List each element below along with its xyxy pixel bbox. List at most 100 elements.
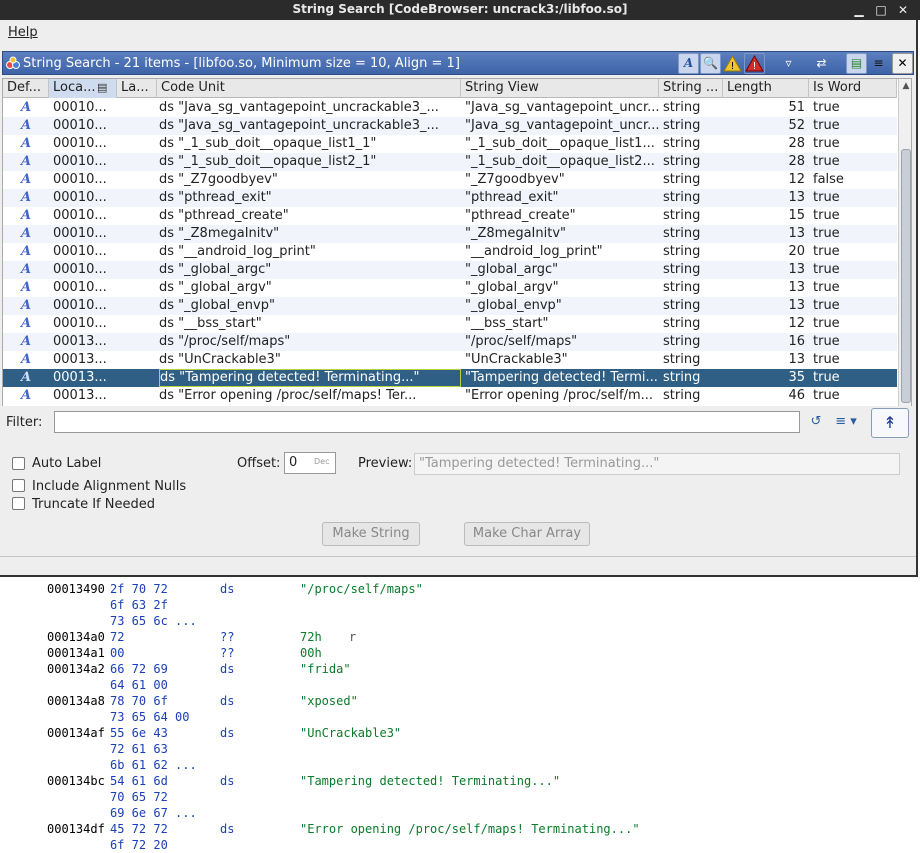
listing-row[interactable]: 73 65 6c ... [0,613,920,629]
search-icon[interactable]: 🔍 [700,53,721,74]
listing-row[interactable]: 6f 72 20 [0,837,920,853]
listing-row[interactable]: 64 61 00 [0,677,920,693]
table-row[interactable]: A 00010... ds "__android_log_print" "__andr… [3,243,897,261]
cell-defined: A [20,118,32,133]
listing-row[interactable]: 000134bc 54 61 6d ds "Tampering detected! T… [0,773,920,789]
make-char-array-button[interactable]: Make Char Array [464,522,590,546]
column-header-code-unit[interactable]: Code Unit [157,79,461,98]
table-header: Def... Loca... ▤ La... Code Unit String V… [3,79,897,98]
listing-row[interactable]: 00013490 2f 70 72 ds "/proc/self/maps" [0,581,920,597]
cell-is-word: true [813,388,840,403]
filter-input[interactable] [54,411,800,433]
warning-icon[interactable]: ! [722,53,743,74]
column-menu-icon[interactable]: ≡ [868,53,889,74]
window-titlebar: String Search [CodeBrowser: uncrack3:/li… [0,0,920,20]
listing-row[interactable]: 000134a2 66 72 69 ds "frida" [0,661,920,677]
table-row[interactable]: A 00010... ds "_1_sub_doit__opaque_list2_1… [3,153,897,171]
scrollbar-thumb[interactable] [901,149,911,403]
listing-row[interactable]: 73 65 64 00 [0,709,920,725]
refresh-icon[interactable]: ⇄ [811,53,832,74]
listing-row[interactable]: 70 65 72 [0,789,920,805]
table-row[interactable]: A 00010... ds "_global_envp" "_global_envp"… [3,297,897,315]
listing-row[interactable]: 72 61 63 [0,741,920,757]
make-selection-icon[interactable]: ▤ [846,53,867,74]
table-row[interactable]: A 00010... ds "Java_sg_vantagepoint_uncrac… [3,99,897,117]
listing-bytes: 72 61 63 [110,742,168,756]
make-string-options: Auto Label Include Alignment Nulls Trunc… [0,444,916,552]
column-header-length[interactable]: Length [723,79,809,98]
table-row[interactable]: A 00010... ds "_Z8megaInitv" "_Z8megaInitv"… [3,225,897,243]
listing-bytes: 00 [110,646,125,660]
column-header-location[interactable]: Loca... ▤ [49,79,117,98]
scroll-up-icon[interactable]: ▲ [899,79,911,93]
listing-row[interactable]: 6b 61 62 ... [0,757,920,773]
table-row[interactable]: A 00010... ds "pthread_create" "pthread_cre… [3,207,897,225]
cell-defined: A [20,226,32,241]
table-row[interactable]: A 00010... ds "_global_argc" "_global_argc"… [3,261,897,279]
table-vertical-scrollbar[interactable]: ▲ ▼ [898,79,911,421]
minimize-icon[interactable]: ▁ [848,0,870,20]
filter-clear-icon[interactable]: ↺ [806,411,826,433]
cell-string-view: "_global_argv" [465,280,559,295]
table-row[interactable]: A 00010... ds "__bss_start" "__bss_start" st… [3,315,897,333]
cell-string-type: string [663,118,701,133]
table-row[interactable]: A 00013... ds "Tampering detected! Termina… [3,369,897,387]
cell-defined: A [20,334,32,349]
string-search-icon [6,56,20,69]
listing-row[interactable]: 000134af 55 6e 43 ds "UnCrackable3" [0,725,920,741]
cell-string-view: "_1_sub_doit__opaque_list1... [465,136,655,151]
column-header-string-view[interactable]: String View [461,79,659,98]
cell-string-view: "Error opening /proc/self/m... [465,388,654,403]
string-type-icon[interactable]: A [678,53,699,74]
listing-bytes: 72 [110,630,125,644]
cell-is-word: true [813,208,840,223]
listing-bytes: 45 72 72 [110,822,168,836]
maximize-icon[interactable]: □ [870,0,892,20]
listing-row[interactable]: 000134a8 78 70 6f ds "xposed" [0,693,920,709]
column-header-is-word[interactable]: Is Word [809,79,897,98]
filter-icon[interactable]: ▿ [778,53,799,74]
cell-string-type: string [663,208,701,223]
filter-options-icon[interactable]: ≡ ▾ [830,411,862,433]
cell-label [119,297,157,315]
listing-row[interactable]: 6f 63 2f [0,597,920,613]
go-to-top-button[interactable]: ↟ [871,408,909,438]
cell-label [119,315,157,333]
table-row[interactable]: A 00010... ds "pthread_exit" "pthread_exit"… [3,189,897,207]
cell-label [119,189,157,207]
listing-row[interactable]: 000134a1 00?? 00h [0,645,920,661]
table-row[interactable]: A 00010... ds "_1_sub_doit__opaque_list1_1… [3,135,897,153]
auto-label-checkbox[interactable] [12,457,25,470]
listing-address: 000134a1 [47,646,105,660]
table-row[interactable]: A 00013... ds "UnCrackable3" "UnCrackable3"… [3,351,897,369]
listing-row[interactable]: 69 6e 67 ... [0,805,920,821]
table-row[interactable]: A 00013... ds "Error opening /proc/self/ma… [3,387,897,405]
include-alignment-nulls-checkbox[interactable] [12,479,25,492]
table-row[interactable]: A 00013... ds "/proc/self/maps" "/proc/self… [3,333,897,351]
table-row[interactable]: A 00010... ds "Java_sg_vantagepoint_uncrac… [3,117,897,135]
column-header-defined[interactable]: Def... [3,79,49,98]
close-panel-icon[interactable]: ✕ [892,53,913,74]
cell-defined: A [20,244,32,259]
listing-address: 00013490 [47,582,105,596]
listing-bytes: 6f 63 2f [110,598,168,612]
cell-is-word: true [813,244,840,259]
cell-string-view: "Tampering detected! Termi... [465,370,658,385]
close-icon[interactable]: ✕ [892,0,914,20]
cell-is-word: true [813,100,840,115]
cell-defined: A [20,208,32,223]
column-header-label[interactable]: La... [117,79,157,98]
error-icon[interactable]: ! [744,53,765,74]
cell-location: 00010... [53,118,107,133]
cell-string-type: string [663,352,701,367]
table-row[interactable]: A 00010... ds "_Z7goodbyev" "_Z7goodbyev" st… [3,171,897,189]
table-row[interactable]: A 00010... ds "_global_argv" "_global_argv"… [3,279,897,297]
make-string-button[interactable]: Make String [322,522,420,546]
listing-row[interactable]: 000134a0 72?? 72h r [0,629,920,645]
status-bar [0,556,916,575]
column-header-string-type[interactable]: String ... [659,79,723,98]
menu-help[interactable]: Help [8,25,38,40]
listing-bytes: 70 65 72 [110,790,168,804]
truncate-if-needed-checkbox[interactable] [12,497,25,510]
listing-row[interactable]: 000134df 45 72 72 ds "Error opening /proc/s… [0,821,920,837]
